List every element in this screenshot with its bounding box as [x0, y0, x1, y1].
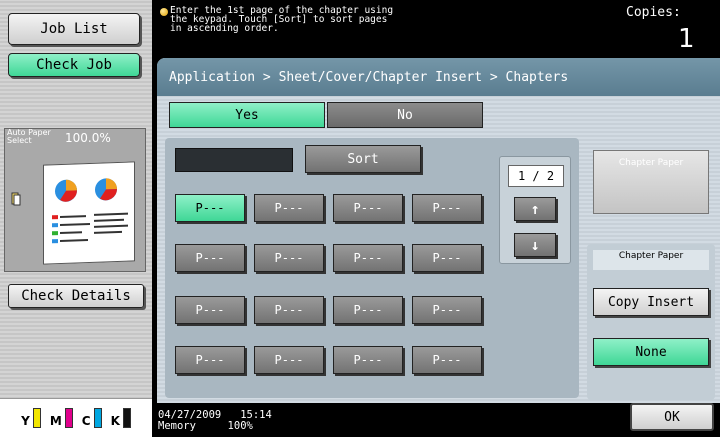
toner-magenta: M [50, 408, 73, 428]
staple-icon [11, 191, 21, 206]
copies-count: 1 [678, 24, 695, 54]
chapter-paper-options: Chapter Paper Copy Insert None [587, 244, 715, 400]
none-button[interactable]: None [593, 338, 709, 366]
info-bullet-icon [160, 8, 168, 16]
copy-insert-button[interactable]: Copy Insert [593, 288, 709, 316]
no-button[interactable]: No [327, 102, 483, 128]
copies-label: Copies: [626, 5, 681, 20]
check-details-button[interactable]: Check Details [8, 284, 144, 308]
arrow-down-icon: ↓ [530, 236, 540, 254]
toner-letter: K [110, 414, 120, 428]
page-up-button[interactable]: ↑ [514, 197, 556, 221]
toner-letter: C [81, 414, 91, 428]
chapter-page-button-16[interactable]: P--- [412, 346, 482, 374]
chapter-paper-label: Chapter Paper [593, 250, 709, 270]
auto-paper-select-label: Auto Paper Select [7, 128, 51, 145]
chapter-page-button-12[interactable]: P--- [412, 296, 482, 324]
chapter-page-button-5[interactable]: P--- [175, 244, 245, 272]
chapter-page-button-8[interactable]: P--- [412, 244, 482, 272]
chapter-page-button-6[interactable]: P--- [254, 244, 324, 272]
job-list-button[interactable]: Job List [8, 13, 140, 45]
chapter-page-button-9[interactable]: P--- [175, 296, 245, 324]
chapter-page-button-11[interactable]: P--- [333, 296, 403, 324]
page-entry-panel: Sort P--- P--- P--- P--- P--- P--- P--- … [165, 138, 579, 398]
toner-cyan: C [82, 408, 102, 428]
breadcrumb: Application > Sheet/Cover/Chapter Insert… [157, 58, 720, 96]
status-bar: 04/27/2009 15:14 Memory 100% [158, 410, 272, 432]
instruction-message: Enter the 1st page of the chapter using … [170, 5, 394, 34]
left-panel: Job List Check Job Auto Paper Select 100… [0, 0, 152, 437]
page-indicator: 1 / 2 [508, 165, 564, 187]
toner-black: K [111, 408, 131, 428]
sort-button[interactable]: Sort [305, 145, 421, 173]
page-number-display [175, 148, 293, 172]
toner-bar [93, 408, 102, 428]
chapter-page-button-7[interactable]: P--- [333, 244, 403, 272]
toner-letter: M [49, 414, 62, 428]
zoom-value: 100.0% [65, 131, 111, 145]
breadcrumb-text: Application > Sheet/Cover/Chapter Insert… [169, 69, 569, 85]
toner-bar [64, 408, 73, 428]
ok-button[interactable]: OK [630, 403, 714, 431]
toner-bar [32, 408, 41, 428]
chapter-page-button-4[interactable]: P--- [412, 194, 482, 222]
check-job-button[interactable]: Check Job [8, 53, 140, 77]
toner-bar [122, 408, 131, 428]
chapter-paper-button[interactable]: Chapter Paper [593, 150, 709, 214]
output-preview: Auto Paper Select 100.0% [4, 128, 146, 272]
toner-yellow: Y [21, 408, 41, 428]
memory-value: 100% [227, 420, 253, 432]
page-down-button[interactable]: ↓ [514, 233, 556, 257]
chapter-page-button-15[interactable]: P--- [333, 346, 403, 374]
toner-letter: Y [21, 414, 30, 428]
chapter-page-button-10[interactable]: P--- [254, 296, 324, 324]
pager: 1 / 2 ↑ ↓ [499, 156, 571, 264]
chapter-page-button-2[interactable]: P--- [254, 194, 324, 222]
chapter-page-button-13[interactable]: P--- [175, 346, 245, 374]
toner-level-indicator: Y M C K [0, 398, 152, 437]
chapter-page-button-14[interactable]: P--- [254, 346, 324, 374]
memory-label: Memory [158, 420, 196, 432]
page-preview-icon [43, 161, 135, 265]
chapter-page-button-3[interactable]: P--- [333, 194, 403, 222]
chapter-page-button-1[interactable]: P--- [175, 194, 245, 222]
arrow-up-icon: ↑ [530, 200, 540, 218]
yes-button[interactable]: Yes [169, 102, 325, 128]
chapters-panel: Application > Sheet/Cover/Chapter Insert… [157, 58, 720, 403]
